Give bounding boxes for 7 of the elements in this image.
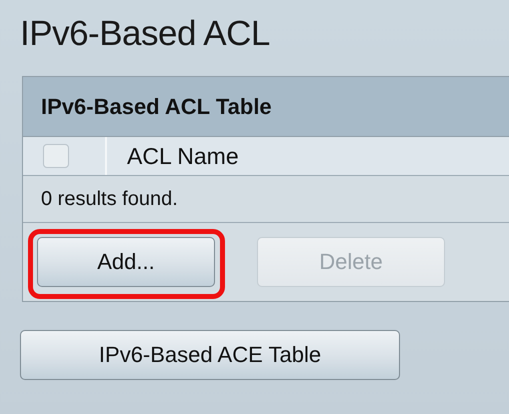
column-header: ACL Name bbox=[126, 142, 239, 170]
table-title: IPv6-Based ACL Table bbox=[41, 94, 272, 120]
select-all-checkbox[interactable] bbox=[43, 144, 69, 168]
results-text: 0 results found. bbox=[23, 176, 509, 223]
button[interactable]: IPv6-Based ACE Table bbox=[20, 330, 400, 380]
page-title: IPv6-Based ACL bbox=[20, 14, 271, 54]
button[interactable]: Add... bbox=[37, 237, 215, 287]
